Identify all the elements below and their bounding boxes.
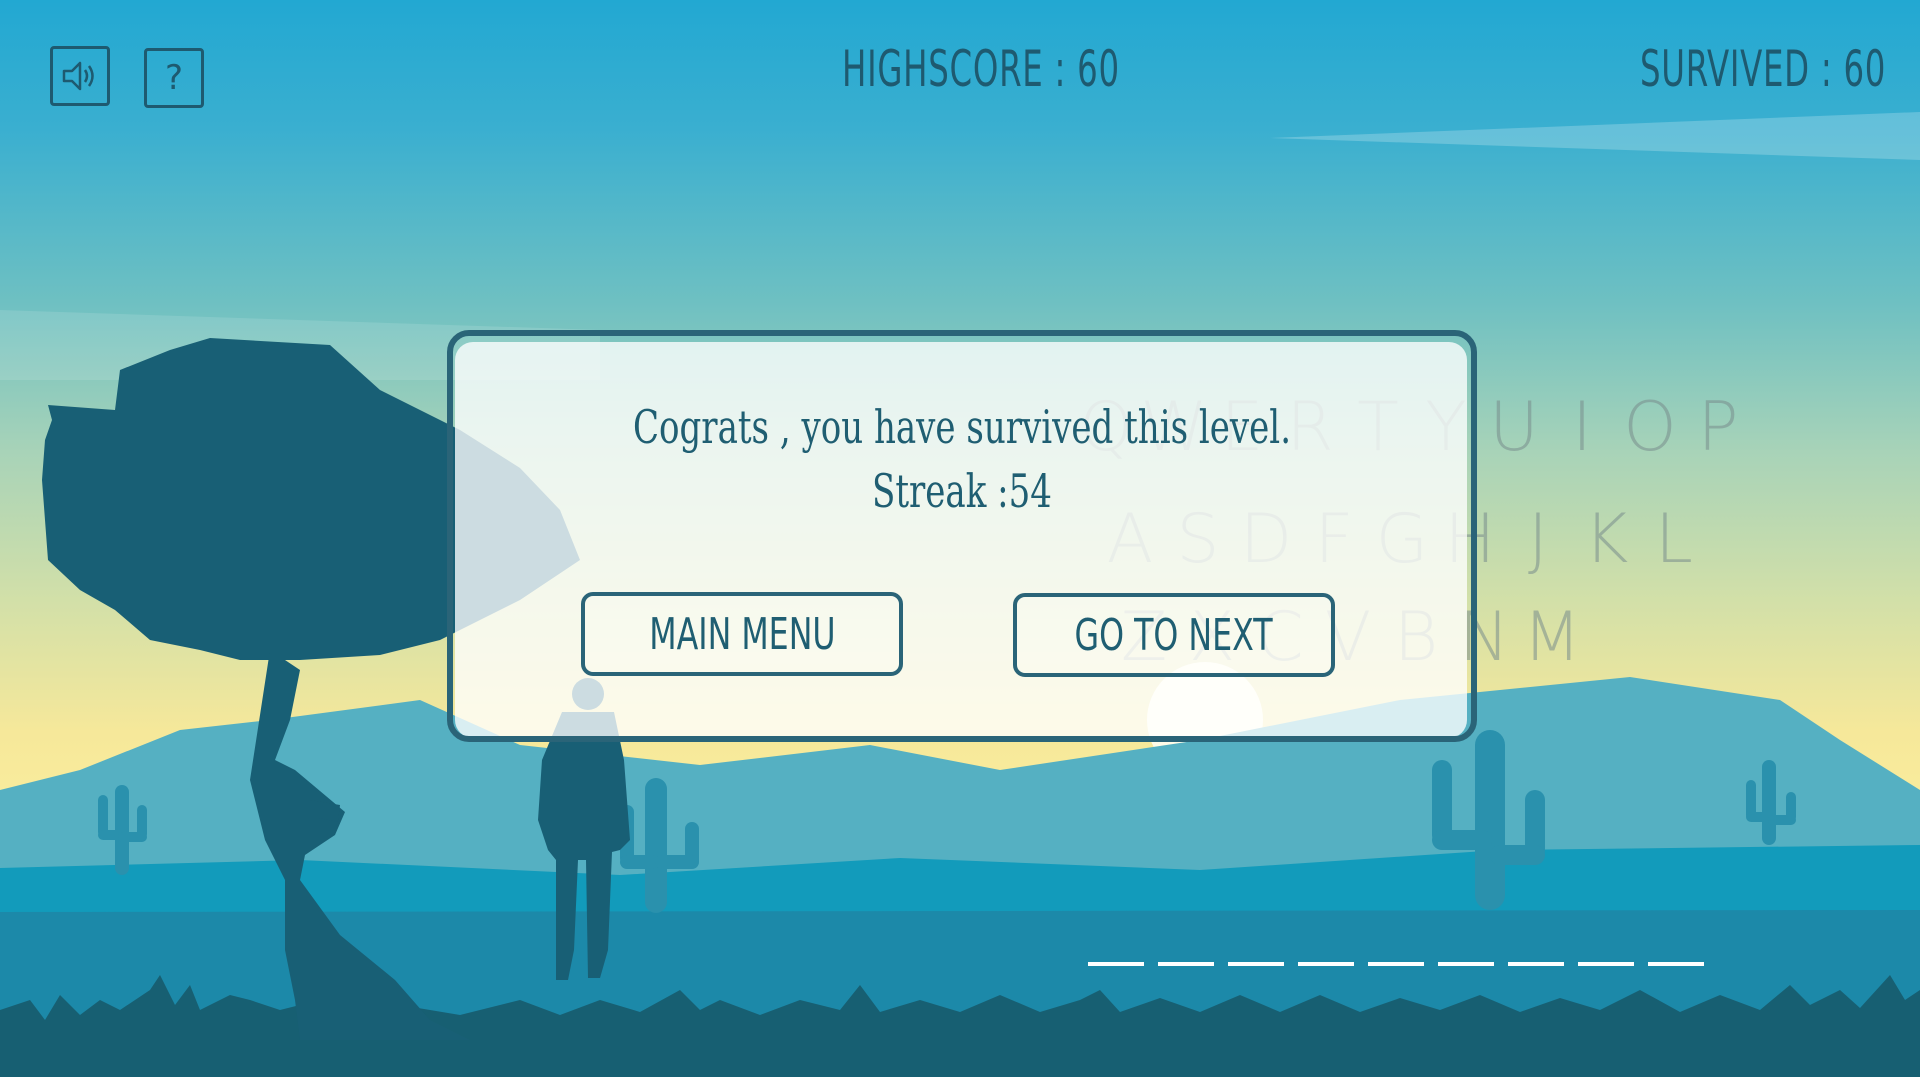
sound-toggle-button[interactable] [50, 46, 110, 106]
word-blanks [1088, 962, 1704, 966]
go-to-next-button[interactable]: GO TO NEXT [1013, 593, 1335, 677]
speaker-icon [62, 61, 94, 91]
letter-blank [1508, 962, 1564, 966]
main-menu-label: MAIN MENU [648, 608, 836, 660]
level-complete-dialog [447, 330, 1477, 742]
key-k[interactable]: K [1572, 500, 1640, 579]
letter-blank [1368, 962, 1424, 966]
letter-blank [1438, 962, 1494, 966]
help-button[interactable]: ? [144, 48, 204, 108]
help-icon: ? [164, 58, 184, 98]
letter-blank [1088, 962, 1144, 966]
letter-blank [1648, 962, 1704, 966]
highscore-label: HIGHSCORE : 60 [842, 40, 1120, 98]
key-i[interactable]: I [1548, 388, 1616, 467]
streak-text: Streak :54 [872, 464, 1052, 518]
survived-label: SURVIVED : 60 [1640, 40, 1887, 98]
go-to-next-label: GO TO NEXT [1074, 609, 1274, 661]
letter-blank [1158, 962, 1214, 966]
dialog-message: Cograts , you have survived this level. … [581, 395, 1343, 523]
key-u[interactable]: U [1480, 388, 1548, 467]
key-o[interactable]: O [1616, 388, 1684, 467]
key-l[interactable]: L [1640, 500, 1708, 579]
key-j[interactable]: J [1504, 500, 1572, 579]
key-p[interactable]: P [1684, 388, 1752, 467]
congrats-text: Cograts , you have survived this level. [632, 400, 1292, 454]
letter-blank [1578, 962, 1634, 966]
letter-blank [1228, 962, 1284, 966]
main-menu-button[interactable]: MAIN MENU [581, 592, 903, 676]
letter-blank [1298, 962, 1354, 966]
key-m[interactable]: M [1518, 598, 1586, 677]
